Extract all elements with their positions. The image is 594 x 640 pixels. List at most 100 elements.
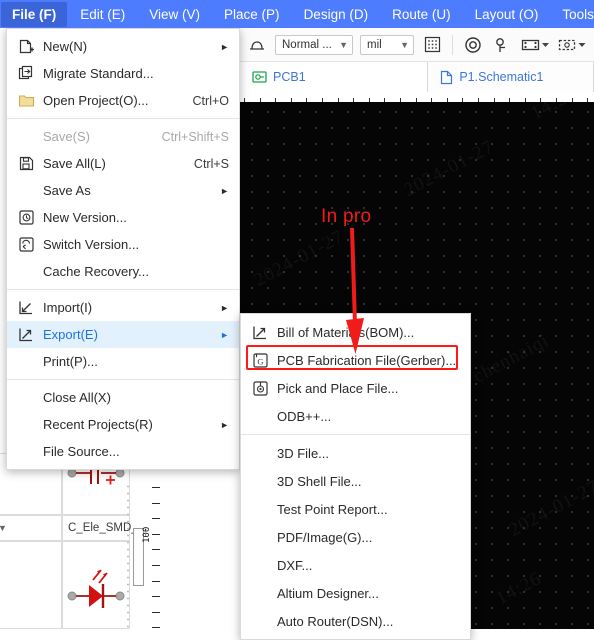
menu-item-label: Test Point Report...	[277, 501, 388, 517]
menubar-item-label: Design (D)	[303, 6, 369, 22]
file-menu-item-save-as[interactable]: Save As ►	[7, 177, 239, 204]
export-menu-item-3d-shell-file[interactable]: 3D Shell File...	[241, 467, 470, 495]
component-name-select[interactable]: C_Ele_SMD_... ▼	[62, 515, 160, 541]
menubar-item-view-v[interactable]: View (V)	[138, 2, 211, 27]
ruler-tick	[572, 98, 573, 102]
ruler-tick	[275, 98, 276, 102]
file-menu-item-open-project-o[interactable]: Open Project(O)... Ctrl+O	[7, 87, 239, 114]
menubar-item-route-u[interactable]: Route (U)	[381, 2, 462, 27]
file-menu-item-close-all-x[interactable]: Close All(X)	[7, 384, 239, 411]
export-menu-item-dxf[interactable]: DXF...	[241, 551, 470, 579]
horizontal-ruler: -900 -800	[240, 92, 594, 102]
region-select-icon[interactable]	[520, 34, 550, 56]
migrate-icon	[15, 65, 37, 82]
ruler-tick	[152, 518, 160, 519]
file-menu-item-file-source[interactable]: File Source...	[7, 438, 239, 465]
main-menubar[interactable]: File (F) Edit (E) View (V) Place (P) Design …	[0, 0, 594, 28]
menu-item-label: Save As	[43, 183, 91, 198]
file-menu-item-migrate-standard[interactable]: Migrate Standard...	[7, 60, 239, 87]
ruler-vertical-label: 100	[142, 526, 152, 543]
file-menu-item-export-e[interactable]: Export(E) ►	[7, 321, 239, 348]
ruler-label: -800	[478, 92, 502, 93]
lib-cell-led[interactable]	[62, 541, 130, 629]
menubar-item-label: File (F)	[12, 6, 57, 22]
svg-text:G: G	[257, 356, 263, 366]
ruler-tick	[400, 98, 401, 102]
chevron-down-icon: ▼	[0, 523, 7, 533]
menu-item-label: Migrate Standard...	[43, 66, 154, 81]
menubar-item-tools-t[interactable]: Tools (T	[551, 2, 594, 27]
menubar-item-edit-e[interactable]: Edit (E)	[69, 2, 136, 27]
menu-separator	[241, 434, 470, 435]
ruler-tick	[384, 98, 385, 102]
export-menu-item-altium-designer[interactable]: Altium Designer...	[241, 579, 470, 607]
bom-icon	[249, 324, 271, 341]
export-menu-item-pick-and-place-file[interactable]: Pick and Place File...	[241, 374, 470, 402]
lib-filter-select[interactable]: ▼	[0, 515, 62, 541]
mode-select[interactable]: Normal ... ▼	[275, 34, 353, 55]
document-tab-bar[interactable]: PCB1 P1.Schematic1	[240, 62, 594, 92]
file-menu-item-switch-version[interactable]: Switch Version...	[7, 231, 239, 258]
unit-select-value: mil	[367, 38, 382, 51]
pcb-toolbar[interactable]: Normal ... ▼ mil ▼	[240, 28, 594, 62]
ruler-tick	[152, 503, 160, 504]
panel-dot-divider	[125, 483, 131, 629]
menu-item-label: Print(P)...	[43, 354, 98, 369]
file-menu-item-save-all-l[interactable]: Save All(L) Ctrl+S	[7, 150, 239, 177]
ruler-tick	[431, 98, 432, 102]
file-menu-item-save-s[interactable]: Save(S) Ctrl+Shift+S	[7, 123, 239, 150]
ruler-tick	[260, 98, 261, 102]
tab-p1-schematic1[interactable]: P1.Schematic1	[428, 62, 594, 92]
lib-cell[interactable]	[0, 541, 62, 629]
ruler-tick	[540, 98, 541, 102]
ruler-tick	[494, 98, 495, 102]
ruler-tick	[322, 98, 323, 102]
ruler-tick	[556, 98, 557, 102]
layer-stack-icon[interactable]	[246, 34, 268, 56]
file-menu-item-new-n[interactable]: New(N) ►	[7, 33, 239, 60]
submenu-arrow-icon: ►	[220, 329, 229, 340]
menubar-item-design-d[interactable]: Design (D)	[293, 2, 380, 27]
save-icon	[15, 155, 37, 172]
menu-item-label: Auto Router(DSN)...	[277, 613, 394, 629]
file-menu-item-cache-recovery[interactable]: Cache Recovery...	[7, 258, 239, 285]
lasso-select-icon[interactable]	[557, 34, 587, 56]
file-menu-dropdown[interactable]: New(N) ► Migrate Standard... Open Project(O…	[6, 28, 240, 470]
switch-version-icon	[15, 236, 37, 253]
file-menu-item-new-version[interactable]: New Version...	[7, 204, 239, 231]
annotation-arrow-icon	[330, 228, 370, 356]
unit-select[interactable]: mil ▼	[360, 34, 414, 55]
menu-item-shortcut: Ctrl+Shift+S	[161, 129, 229, 144]
file-menu-item-print-p[interactable]: Print(P)...	[7, 348, 239, 375]
export-menu-item-odb[interactable]: ODB++...	[241, 402, 470, 430]
menu-item-shortcut: Ctrl+S	[193, 156, 229, 171]
export-submenu[interactable]: Bill of Materials(BOM)... G PCB Fabricatio…	[240, 313, 471, 640]
menubar-item-place-p[interactable]: Place (P)	[213, 2, 291, 27]
file-menu-item-import-i[interactable]: Import(I) ►	[7, 294, 239, 321]
export-menu-item-pdf-image-g[interactable]: PDF/Image(G)...	[241, 523, 470, 551]
menu-item-label: Save(S)	[43, 129, 90, 144]
ruler-tick	[478, 98, 479, 102]
ruler-tick	[306, 98, 307, 102]
pad-icon[interactable]	[491, 34, 513, 56]
gerber-icon: G	[249, 352, 271, 369]
menu-item-label: Altium Designer...	[277, 585, 379, 601]
tab-pcb1[interactable]: PCB1	[240, 62, 429, 92]
export-menu-item-3d-file[interactable]: 3D File...	[241, 439, 470, 467]
menubar-item-label: Edit (E)	[80, 6, 126, 22]
annotation-note-text: In pro	[321, 206, 372, 227]
menu-item-label: New(N)	[43, 39, 88, 54]
component-library-grid[interactable]: ▼ C_Ele_SMD_... ▼	[0, 453, 240, 629]
menubar-item-file-f[interactable]: File (F)	[1, 1, 68, 27]
menubar-item-layout-o[interactable]: Layout (O)	[464, 2, 550, 27]
chevron-down-icon: ▼	[339, 39, 348, 50]
grid-icon[interactable]	[421, 34, 443, 56]
ruler-tick	[462, 98, 463, 102]
via-icon[interactable]	[462, 34, 484, 56]
file-menu-item-recent-projects-r[interactable]: Recent Projects(R) ►	[7, 411, 239, 438]
menu-item-label: Close All(X)	[43, 390, 111, 405]
export-menu-item-test-point-report[interactable]: Test Point Report...	[241, 495, 470, 523]
menu-item-label: PDF/Image(G)...	[277, 529, 373, 545]
menu-item-label: Import(I)	[43, 300, 93, 315]
export-menu-item-auto-router-dsn[interactable]: Auto Router(DSN)...	[241, 607, 470, 635]
